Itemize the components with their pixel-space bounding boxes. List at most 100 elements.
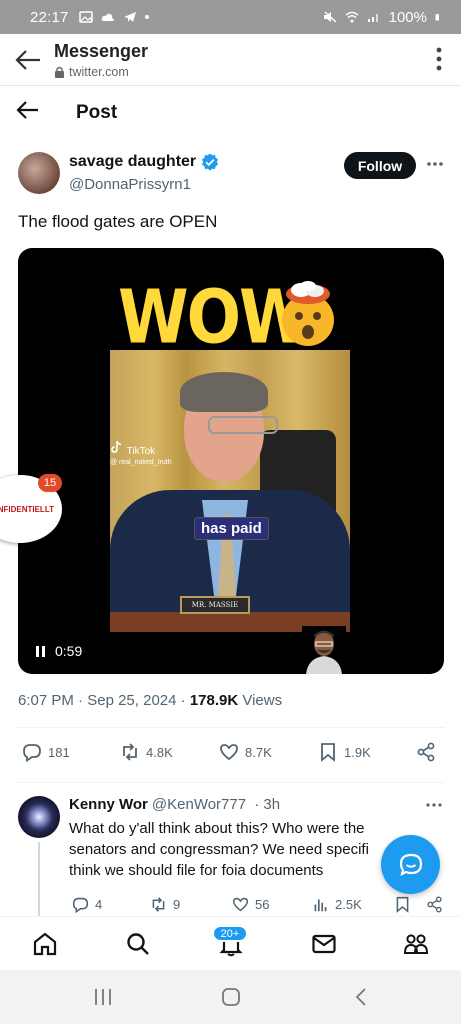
author-name-row[interactable]: savage daughter — [69, 153, 219, 171]
reply-like-count: 56 — [255, 897, 270, 912]
views-label: Views — [242, 692, 283, 709]
reply-author-row[interactable]: Kenny Wor @KenWor777 · 3h — [69, 796, 280, 813]
reply-like-action[interactable]: 56 — [232, 896, 269, 913]
mute-icon — [323, 11, 337, 23]
more-horizontal-icon[interactable] — [426, 160, 444, 168]
post-meta: 6:07 PM · Sep 25, 2024 · 178.9K Views — [18, 692, 283, 709]
video-caption: has paid — [194, 517, 269, 540]
video-controls[interactable]: 0:59 — [36, 643, 82, 659]
dot-icon — [144, 15, 149, 19]
divider — [18, 727, 444, 728]
browser-url: twitter.com — [54, 65, 129, 79]
heart-icon[interactable] — [219, 742, 239, 762]
messages-envelope-icon[interactable] — [311, 931, 337, 957]
pause-icon[interactable] — [36, 645, 45, 657]
bookmark-action[interactable]: 1.9K — [318, 742, 371, 762]
bookmark-count: 1.9K — [344, 744, 371, 760]
post-header: Post — [0, 86, 461, 138]
search-icon[interactable] — [125, 931, 151, 957]
post-date: Sep 25, 2024 — [87, 692, 177, 709]
bookmark-icon[interactable] — [394, 896, 411, 913]
reply-views-action[interactable]: 2.5K — [312, 896, 362, 913]
exploding-head-emoji-icon — [282, 281, 334, 346]
chat-head-text: ONFIDENTIELLT — [0, 504, 54, 514]
reply-reply-count: 4 — [95, 897, 103, 912]
status-time: 22:17 — [30, 8, 69, 26]
reply-icon[interactable] — [22, 742, 42, 762]
post-time: 6:07 PM — [18, 692, 74, 709]
reply-repost-action[interactable]: 9 — [150, 896, 180, 913]
wifi-icon — [345, 11, 359, 23]
compose-message-button[interactable] — [381, 835, 440, 894]
system-nav-bar — [0, 970, 461, 1024]
reply-reply-action[interactable]: 4 — [72, 896, 102, 913]
divider — [18, 782, 444, 783]
heart-icon[interactable] — [232, 896, 249, 913]
post-actions: 181 4.8K 8.7K 1.9K — [0, 742, 461, 770]
reply-handle[interactable]: @KenWor777 — [152, 796, 246, 813]
url-text: twitter.com — [69, 65, 129, 79]
cloud-icon — [101, 13, 114, 21]
reply-repost-count: 9 — [173, 897, 181, 912]
back-icon[interactable] — [16, 100, 40, 120]
tiktok-watermark: TikTok @ real_naked_truth — [110, 440, 172, 468]
like-action[interactable]: 8.7K — [219, 742, 272, 762]
home-icon[interactable] — [32, 931, 58, 957]
repost-icon[interactable] — [120, 742, 140, 762]
battery-text: 100% — [388, 8, 427, 26]
message-bubble-icon — [399, 853, 422, 876]
share-action[interactable] — [416, 742, 436, 762]
share-icon[interactable] — [426, 896, 443, 913]
repost-action[interactable]: 4.8K — [120, 742, 173, 762]
lock-icon — [55, 66, 64, 78]
video-duration: 0:59 — [55, 643, 83, 659]
verified-badge-icon — [202, 153, 219, 171]
back-arrow-icon[interactable] — [14, 48, 42, 72]
reply-age: · 3h — [254, 796, 281, 813]
author-avatar[interactable] — [18, 152, 60, 194]
tiktok-brand: TikTok — [126, 446, 156, 457]
reply-views-count: 2.5K — [335, 897, 362, 912]
bookmark-icon[interactable] — [318, 742, 338, 762]
views-count: 178.9K — [189, 692, 239, 709]
home-button-icon[interactable] — [220, 987, 242, 1007]
reply-count: 181 — [48, 744, 70, 760]
notifications-badge: 20+ — [212, 925, 248, 942]
nameplate: MR. MASSIE — [180, 596, 250, 614]
tiktok-user: @ real_naked_truth — [110, 459, 172, 466]
tiktok-logo-icon — [111, 440, 122, 453]
share-icon[interactable] — [416, 742, 436, 762]
status-bar: 22:17 100% — [0, 0, 461, 34]
video-frame: MR. MASSIE has paid TikTok @ real_naked_… — [110, 350, 350, 632]
gallery-icon — [78, 11, 93, 23]
reply-share-action[interactable] — [426, 896, 443, 913]
reply-more-icon[interactable] — [426, 802, 442, 808]
communities-icon[interactable] — [403, 931, 429, 957]
repost-count: 4.8K — [146, 744, 173, 760]
reply-avatar[interactable] — [18, 796, 60, 838]
video-player[interactable]: WOW MR. MASSIE has paid TikTok @ real_na… — [18, 248, 444, 674]
author-name[interactable]: savage daughter — [69, 153, 196, 171]
reply-author-name[interactable]: Kenny Wor — [69, 796, 148, 813]
like-count: 8.7K — [245, 744, 272, 760]
signal-icon — [367, 14, 378, 22]
more-vertical-icon[interactable] — [435, 46, 443, 72]
reply-bookmark-action[interactable] — [394, 896, 411, 913]
follow-button[interactable]: Follow — [344, 152, 416, 179]
reply-text: What do y'all think about this? Who were… — [69, 820, 369, 879]
repost-icon[interactable] — [150, 896, 167, 913]
battery-icon — [435, 14, 439, 21]
author-handle[interactable]: @DonnaPrissyrn1 — [69, 176, 191, 193]
page-title: Post — [76, 102, 118, 123]
telegram-icon — [123, 12, 136, 22]
bottom-nav: 20+ — [0, 916, 461, 970]
back-button-icon[interactable] — [350, 987, 372, 1007]
reply-action[interactable]: 181 — [22, 742, 70, 762]
recent-apps-icon[interactable] — [92, 987, 114, 1007]
post-text: The flood gates are OPEN — [18, 212, 218, 231]
reply-icon[interactable] — [72, 896, 89, 913]
reply-actions: 4 9 56 2.5K — [0, 896, 461, 916]
browser-title: Messenger — [54, 41, 149, 61]
reactor-thumbnail — [302, 626, 346, 674]
views-chart-icon[interactable] — [312, 896, 329, 913]
